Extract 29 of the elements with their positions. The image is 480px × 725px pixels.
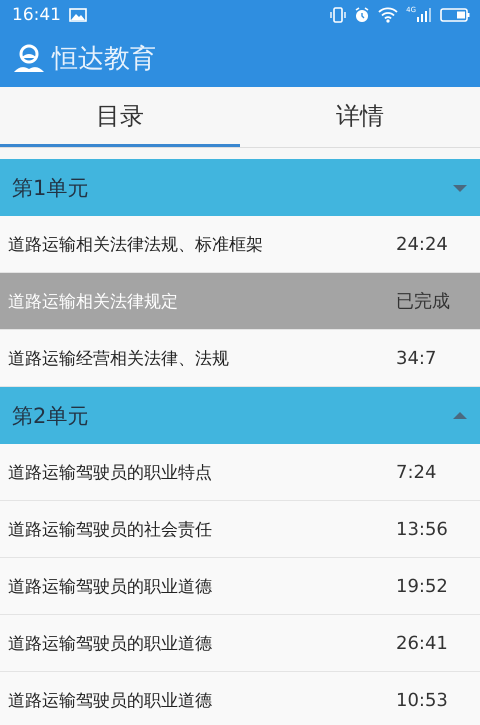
wifi-icon — [378, 7, 398, 23]
tab[interactable]: 目录 — [0, 87, 240, 147]
clock-time: 16:41 — [12, 5, 61, 25]
unit-header[interactable]: 第1单元 — [0, 159, 480, 216]
lesson-title: 道路运输驾驶员的职业特点 — [8, 462, 213, 484]
signal-icon — [416, 7, 432, 23]
battery-icon — [440, 7, 470, 23]
tab[interactable]: 详情 — [240, 87, 480, 147]
unit-header[interactable]: 第2单元 — [0, 387, 480, 444]
lesson-title: 道路运输相关法律规定 — [8, 290, 179, 312]
lesson-status: 7:24 — [396, 462, 438, 482]
lesson-status: 13:56 — [396, 518, 449, 540]
lesson-status: 已完成 — [396, 290, 451, 313]
lesson-status: 26:41 — [396, 632, 449, 654]
lesson-title: 道路运输经营相关法律、法规 — [8, 348, 230, 370]
lesson-status: 10:53 — [396, 690, 449, 710]
image-icon — [69, 8, 87, 22]
alarm-icon — [354, 7, 370, 23]
lesson-status: 19:52 — [396, 576, 449, 596]
app-title: 恒达教育 — [52, 43, 156, 76]
lesson-status: 34:7 — [396, 348, 438, 368]
lesson-title: 道路运输相关法律法规、标准框架 — [8, 234, 264, 256]
lesson-status: 24:24 — [396, 234, 449, 254]
lesson-title: 道路运输驾驶员的职业道德 — [8, 632, 213, 654]
lesson-title: 道路运输驾驶员的职业道德 — [8, 576, 213, 598]
lesson-title: 道路运输驾驶员的职业道德 — [8, 690, 213, 712]
lesson-title: 道路运输驾驶员的社会责任 — [8, 518, 213, 540]
lesson-row[interactable]: 道路运输相关法律规定 已完成 — [0, 273, 480, 330]
vibrate-icon — [330, 7, 346, 23]
